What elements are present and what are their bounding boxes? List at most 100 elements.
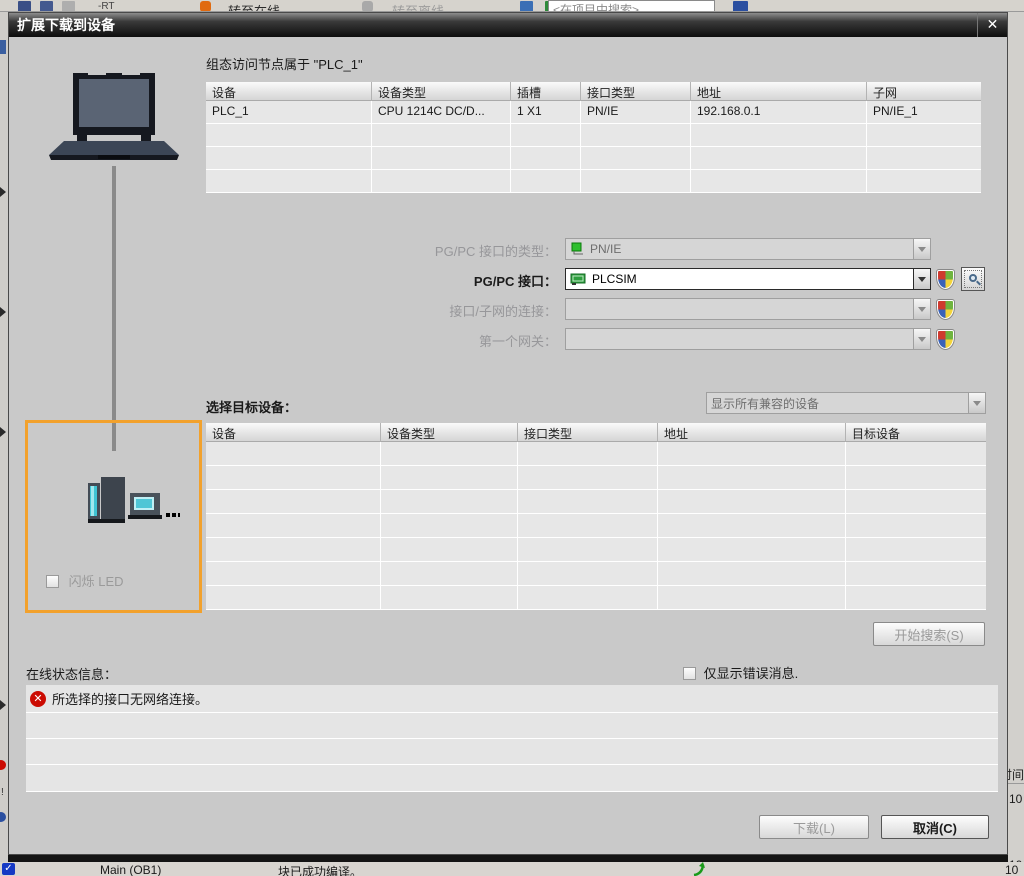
cell-device-type: CPU 1214C DC/D... <box>372 101 511 124</box>
row-time: 10 <box>1005 863 1018 876</box>
print-icon[interactable] <box>62 1 75 12</box>
col-device: 设备 <box>206 82 372 101</box>
background-message-row[interactable]: ✓ Main (OB1) 块已成功编译。 10 <box>0 862 1024 876</box>
browse-interface-button[interactable] <box>961 267 985 291</box>
table-row <box>206 514 987 538</box>
close-button[interactable]: ✕ <box>977 13 1007 37</box>
cell-interface-type: PN/IE <box>581 101 691 124</box>
dropdown-arrow-icon <box>913 298 931 320</box>
pgpc-type-dropdown[interactable]: PN/IE <box>565 238 931 260</box>
subnet-connection-dropdown[interactable] <box>565 298 931 320</box>
compile-message: 块已成功编译。 <box>278 863 362 876</box>
only-errors-label: 仅显示错误消息. <box>704 666 799 681</box>
go-offline-icon <box>362 1 373 12</box>
col-device: 设备 <box>206 423 381 442</box>
col-subnet: 子网 <box>867 82 981 101</box>
status-message-row[interactable]: ✕ 所选择的接口无网络连接。 <box>26 685 998 713</box>
diagnostics-icon[interactable] <box>520 1 533 12</box>
error-count-icon <box>0 760 6 770</box>
start-search-button[interactable]: 开始搜索(S) <box>873 622 985 646</box>
cell-slot: 1 X1 <box>511 101 581 124</box>
save-icon[interactable] <box>18 1 31 12</box>
flash-led-checkbox[interactable] <box>46 575 59 588</box>
dropdown-arrow-icon <box>968 392 986 414</box>
first-gateway-label: 第一个网关： <box>9 331 557 350</box>
subnet-connection-label: 接口/子网的连接： <box>9 301 557 320</box>
table-row <box>206 147 982 170</box>
project-icon[interactable] <box>40 1 53 12</box>
table-row[interactable]: PLC_1 CPU 1214C DC/D... 1 X1 PN/IE 192.1… <box>206 101 982 124</box>
cell-subnet: PN/IE_1 <box>867 101 981 124</box>
status-message-row <box>26 765 998 792</box>
cancel-button[interactable]: 取消(C) <box>881 815 989 839</box>
only-errors-row: 仅显示错误消息. <box>683 663 798 682</box>
access-nodes-table: 设备 设备类型 插槽 接口类型 地址 子网 PLC_1 CPU 1214C DC… <box>206 82 982 193</box>
online-status-label: 在线状态信息： <box>26 664 117 683</box>
plc-device-icon <box>88 471 180 523</box>
table-row <box>206 586 987 610</box>
first-gateway-dropdown[interactable] <box>565 328 931 350</box>
cell-address: 192.168.0.1 <box>691 101 867 124</box>
col-address: 地址 <box>658 423 846 442</box>
dialog-title: 扩展下载到设备 <box>9 13 1007 37</box>
compatible-devices-value: 显示所有兼容的设备 <box>706 392 968 414</box>
table-row <box>206 466 987 490</box>
target-devices-table: 设备 设备类型 接口类型 地址 目标设备 <box>206 423 987 610</box>
table-row <box>206 490 987 514</box>
table-row <box>206 170 982 193</box>
go-online-icon[interactable] <box>200 1 211 12</box>
background-left-edge: ! <box>0 12 8 876</box>
go-online-label[interactable]: 转至在线 <box>228 1 280 12</box>
rt-label: -RT <box>98 1 114 12</box>
status-message-list: ✕ 所选择的接口无网络连接。 <box>26 685 998 792</box>
background-time-column: 时间 10 10 <box>1008 12 1024 876</box>
extended-download-dialog: 扩展下载到设备 ✕ 组态访问节点属于 "PLC_1" 设备 设备类型 插槽 接口… <box>8 12 1008 855</box>
table-header-row: 设备 设备类型 插槽 接口类型 地址 子网 <box>206 82 982 101</box>
collapse-arrow-icon[interactable] <box>0 700 6 710</box>
dropdown-arrow-icon[interactable] <box>913 238 931 260</box>
dialog-shadow <box>8 855 1008 862</box>
col-device-type: 设备类型 <box>372 82 511 101</box>
col-slot: 插槽 <box>511 82 581 101</box>
target-device-highlight-box: 闪烁 LED <box>25 420 202 613</box>
plcsim-adapter-icon <box>570 272 588 286</box>
collapse-arrow-icon[interactable] <box>0 187 6 197</box>
select-target-label: 选择目标设备： <box>206 397 297 416</box>
window-icon[interactable] <box>733 1 748 12</box>
pgpc-interface-value: PLCSIM <box>592 272 637 286</box>
only-errors-checkbox[interactable] <box>683 667 696 680</box>
download-button[interactable]: 下载(L) <box>759 815 869 839</box>
tree-fragment <box>0 40 6 54</box>
table-row <box>206 124 982 147</box>
shield-icon <box>937 300 954 319</box>
table-row <box>206 562 987 586</box>
shield-icon <box>937 270 954 289</box>
time-column-header: 时间 <box>1008 762 1024 784</box>
success-check-icon: ✓ <box>2 863 15 875</box>
time-value: 10 <box>1009 792 1022 806</box>
status-message-row <box>26 739 998 765</box>
go-to-icon <box>692 862 708 876</box>
dropdown-arrow-icon[interactable] <box>913 268 931 290</box>
status-message-text: 所选择的接口无网络连接。 <box>52 689 208 708</box>
compatible-devices-dropdown[interactable]: 显示所有兼容的设备 <box>706 392 986 414</box>
table-row <box>206 442 987 466</box>
collapse-arrow-icon[interactable] <box>0 427 6 437</box>
table-header-row: 设备 设备类型 接口类型 地址 目标设备 <box>206 423 987 442</box>
error-icon: ✕ <box>30 691 46 707</box>
pgpc-type-value: PN/IE <box>590 242 621 256</box>
col-address: 地址 <box>691 82 867 101</box>
col-target-device: 目标设备 <box>846 423 986 442</box>
collapse-arrow-icon[interactable] <box>0 307 6 317</box>
table-row <box>206 538 987 562</box>
status-message-row <box>26 713 998 739</box>
col-interface-type: 接口类型 <box>581 82 691 101</box>
block-name: Main (OB1) <box>100 863 161 876</box>
pgpc-interface-dropdown[interactable]: PLCSIM <box>565 268 931 290</box>
pgpc-type-label: PG/PC 接口的类型： <box>9 241 557 260</box>
col-device-type: 设备类型 <box>381 423 518 442</box>
cell-device: PLC_1 <box>206 101 372 124</box>
project-search-input[interactable]: <在项目中搜索> <box>548 0 715 12</box>
dropdown-arrow-icon <box>913 328 931 350</box>
go-offline-label: 转至离线 <box>392 1 444 12</box>
